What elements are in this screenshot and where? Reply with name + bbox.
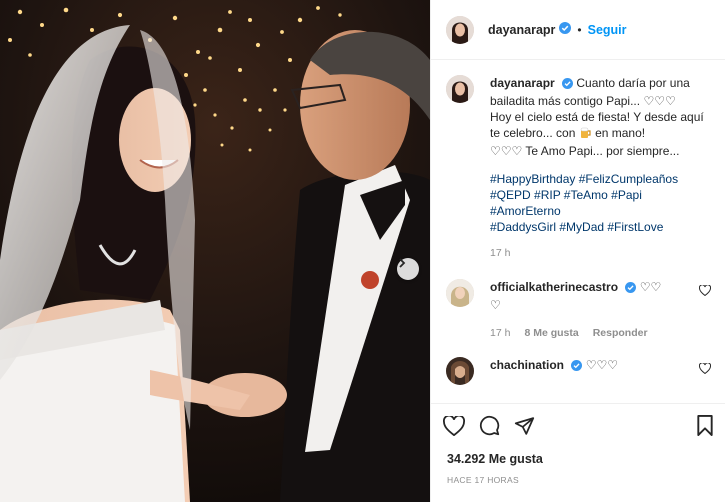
separator-dot: • — [577, 22, 582, 37]
post-actions: 34.292 Me gusta HACE 17 HORAS — [431, 403, 725, 485]
share-icon[interactable] — [514, 416, 535, 439]
reply-button[interactable]: Responder — [593, 325, 648, 341]
hearts-icon: ♡♡♡ — [585, 358, 618, 372]
avatar[interactable] — [446, 357, 474, 385]
beer-mug-icon — [579, 126, 592, 143]
caption-meta: 17 h — [490, 245, 711, 261]
like-comment-heart-icon[interactable] — [698, 362, 712, 377]
hashtags: #HappyBirthday #FelizCumpleaños #QEPD #R… — [490, 171, 711, 235]
comment-username[interactable]: chachination — [490, 358, 564, 372]
avatar[interactable] — [446, 279, 474, 307]
caption-text: dayanarapr Cuanto daría por una bailadit… — [490, 75, 711, 261]
caption-username[interactable]: dayanarapr — [490, 76, 555, 90]
hearts-icon: ♡ — [490, 298, 501, 312]
avatar[interactable] — [446, 15, 474, 44]
boutonniere — [361, 271, 379, 289]
instagram-post: dayanarapr • Seguir dayanarapr Cuanto da… — [0, 0, 725, 502]
comments-list[interactable]: dayanarapr Cuanto daría por una bailadit… — [431, 61, 725, 403]
post-header: dayanarapr • Seguir — [431, 0, 725, 60]
wedding-photo — [0, 0, 430, 502]
hashtag-line[interactable]: #AmorEterno — [490, 203, 711, 219]
post-photo[interactable] — [0, 0, 430, 502]
bookmark-icon[interactable] — [696, 415, 714, 439]
hashtag-line[interactable]: #DaddysGirl #MyDad #FirstLove — [490, 219, 711, 235]
caption-time[interactable]: 17 h — [490, 245, 510, 261]
comment-text: officialkatherinecastro ♡♡ ♡ 17 h 8 Me g… — [490, 279, 711, 341]
verified-badge-icon — [625, 281, 637, 297]
avatar[interactable] — [446, 75, 474, 103]
hashtag-line[interactable]: #HappyBirthday #FelizCumpleaños — [490, 171, 711, 187]
caption-line-3: Te Amo Papi... por siempre... — [525, 144, 680, 158]
hearts-icon: ♡♡♡ — [643, 94, 676, 108]
post-panel: dayanarapr • Seguir dayanarapr Cuanto da… — [430, 0, 725, 502]
comment-text: chachination ♡♡♡ — [490, 357, 711, 385]
action-icons — [443, 414, 714, 440]
verified-badge-icon — [571, 359, 583, 375]
next-photo-button[interactable] — [397, 258, 419, 280]
comment-time[interactable]: 17 h — [490, 325, 510, 341]
comment-likes[interactable]: 8 Me gusta — [524, 325, 578, 341]
comment-meta: 17 h 8 Me gusta Responder — [490, 325, 711, 341]
comment-item: officialkatherinecastro ♡♡ ♡ 17 h 8 Me g… — [446, 279, 712, 341]
verified-badge-icon — [562, 77, 574, 93]
heart-icon[interactable] — [443, 414, 465, 439]
like-comment-heart-icon[interactable] — [698, 284, 712, 299]
author-username[interactable]: dayanarapr — [488, 23, 555, 37]
post-date[interactable]: HACE 17 HORAS — [443, 475, 714, 485]
hashtag-line[interactable]: #QEPD #RIP #TeAmo #Papi — [490, 187, 711, 203]
chevron-right-icon — [399, 258, 406, 268]
comment-username[interactable]: officialkatherinecastro — [490, 280, 618, 294]
comment-icon[interactable] — [479, 415, 500, 439]
hearts-icon: ♡♡♡ — [490, 144, 523, 158]
comment-item: chachination ♡♡♡ — [446, 357, 712, 385]
follow-button[interactable]: Seguir — [588, 23, 627, 37]
verified-badge-icon — [559, 22, 572, 37]
caption: dayanarapr Cuanto daría por una bailadit… — [446, 75, 711, 261]
hearts-icon: ♡♡ — [639, 280, 662, 294]
likes-count[interactable]: 34.292 Me gusta — [443, 452, 714, 466]
caption-line-2b: en mano! — [595, 126, 646, 140]
